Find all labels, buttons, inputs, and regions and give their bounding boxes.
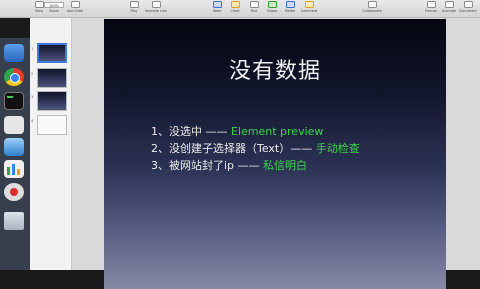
chart-label: Chart — [230, 9, 240, 13]
slide-number-2: 2 — [31, 72, 34, 76]
chart-icon — [230, 1, 240, 8]
animate-icon — [444, 1, 454, 8]
table-label: Table — [212, 9, 222, 13]
bullet-3[interactable]: 3、被网站封了ip —— 私信明白 — [151, 157, 307, 173]
slide-number-4: 4 — [31, 119, 34, 123]
shape-icon — [267, 1, 277, 8]
record-icon[interactable] — [4, 183, 24, 201]
zoom-select[interactable]: 100% — [44, 2, 64, 8]
slide-thumbnail-2[interactable] — [37, 68, 67, 88]
bullet-2-text: 2、没创建子选择器（Text）—— — [151, 142, 316, 155]
terminal-icon[interactable] — [4, 92, 24, 110]
table-icon — [212, 1, 222, 8]
numbers-bar-3 — [17, 169, 20, 175]
trash-icon[interactable] — [4, 212, 24, 230]
chrome-icon[interactable] — [4, 68, 24, 86]
text-label: Text — [250, 9, 258, 13]
bullet-1-text: 1、没选中 —— — [151, 125, 231, 138]
slide-thumbnail-3[interactable] — [37, 91, 67, 111]
keynote-toolbar: View 100% Zoom Add Slide Play Keynote Li… — [0, 0, 480, 18]
keynote-live-label: Keynote Live — [145, 9, 167, 13]
slide-thumbnail-4[interactable] — [37, 115, 67, 135]
record-dot-icon — [10, 188, 18, 196]
media-icon — [285, 1, 295, 8]
terminal-prompt-icon — [7, 96, 13, 98]
keynote-live-icon — [151, 1, 161, 8]
shape-label: Shape — [266, 9, 278, 13]
text-icon — [249, 1, 259, 8]
document-icon — [463, 1, 473, 8]
collaborate-button[interactable]: Collaborate — [357, 1, 387, 13]
collaborate-label: Collaborate — [362, 9, 382, 13]
view-icon — [34, 1, 44, 8]
slide-number-3: 3 — [31, 95, 34, 99]
collaborate-icon — [367, 1, 377, 8]
add-slide-label: Add Slide — [67, 9, 83, 13]
bullet-2[interactable]: 2、没创建子选择器（Text）—— 手动检查 — [151, 140, 360, 156]
format-icon — [426, 1, 436, 8]
network-icon[interactable] — [4, 138, 24, 156]
slide-navigator: 1 2 3 4 — [30, 18, 72, 270]
play-icon — [129, 1, 139, 8]
comment-button[interactable]: Comment — [296, 1, 322, 13]
slide-canvas[interactable]: 没有数据 1、没选中 —— Element preview 2、没创建子选择器（… — [104, 19, 446, 289]
slide-title[interactable]: 没有数据 — [104, 53, 446, 85]
bullet-1[interactable]: 1、没选中 —— Element preview — [151, 123, 323, 139]
dock — [0, 38, 30, 270]
numbers-bar-2 — [12, 164, 15, 175]
document-button[interactable]: Document — [455, 1, 480, 13]
comment-icon — [304, 1, 314, 8]
document-label: Document — [459, 9, 477, 13]
slide-number-1: 1 — [31, 47, 34, 51]
preview-icon[interactable] — [4, 116, 24, 134]
keynote-live-button[interactable]: Keynote Live — [141, 1, 171, 13]
bullet-2-highlight: 手动检查 — [315, 142, 360, 155]
finder-icon[interactable] — [4, 44, 24, 62]
bullet-1-highlight: Element preview — [231, 125, 324, 138]
add-slide-icon — [70, 1, 80, 8]
media-label: Media — [284, 9, 296, 13]
bullet-3-highlight: 私信明白 — [263, 159, 308, 172]
comment-label: Comment — [300, 9, 318, 13]
add-slide-button[interactable]: Add Slide — [62, 1, 88, 13]
numbers-bar-1 — [7, 167, 10, 175]
numbers-icon[interactable] — [4, 160, 24, 178]
animate-label: Animate — [441, 9, 457, 13]
play-label: Play — [130, 9, 138, 13]
chrome-center-icon — [10, 73, 20, 83]
bullet-3-text: 3、被网站封了ip —— — [151, 159, 264, 172]
slide-thumbnail-1[interactable] — [37, 43, 67, 63]
zoom-label: Zoom — [49, 9, 59, 13]
